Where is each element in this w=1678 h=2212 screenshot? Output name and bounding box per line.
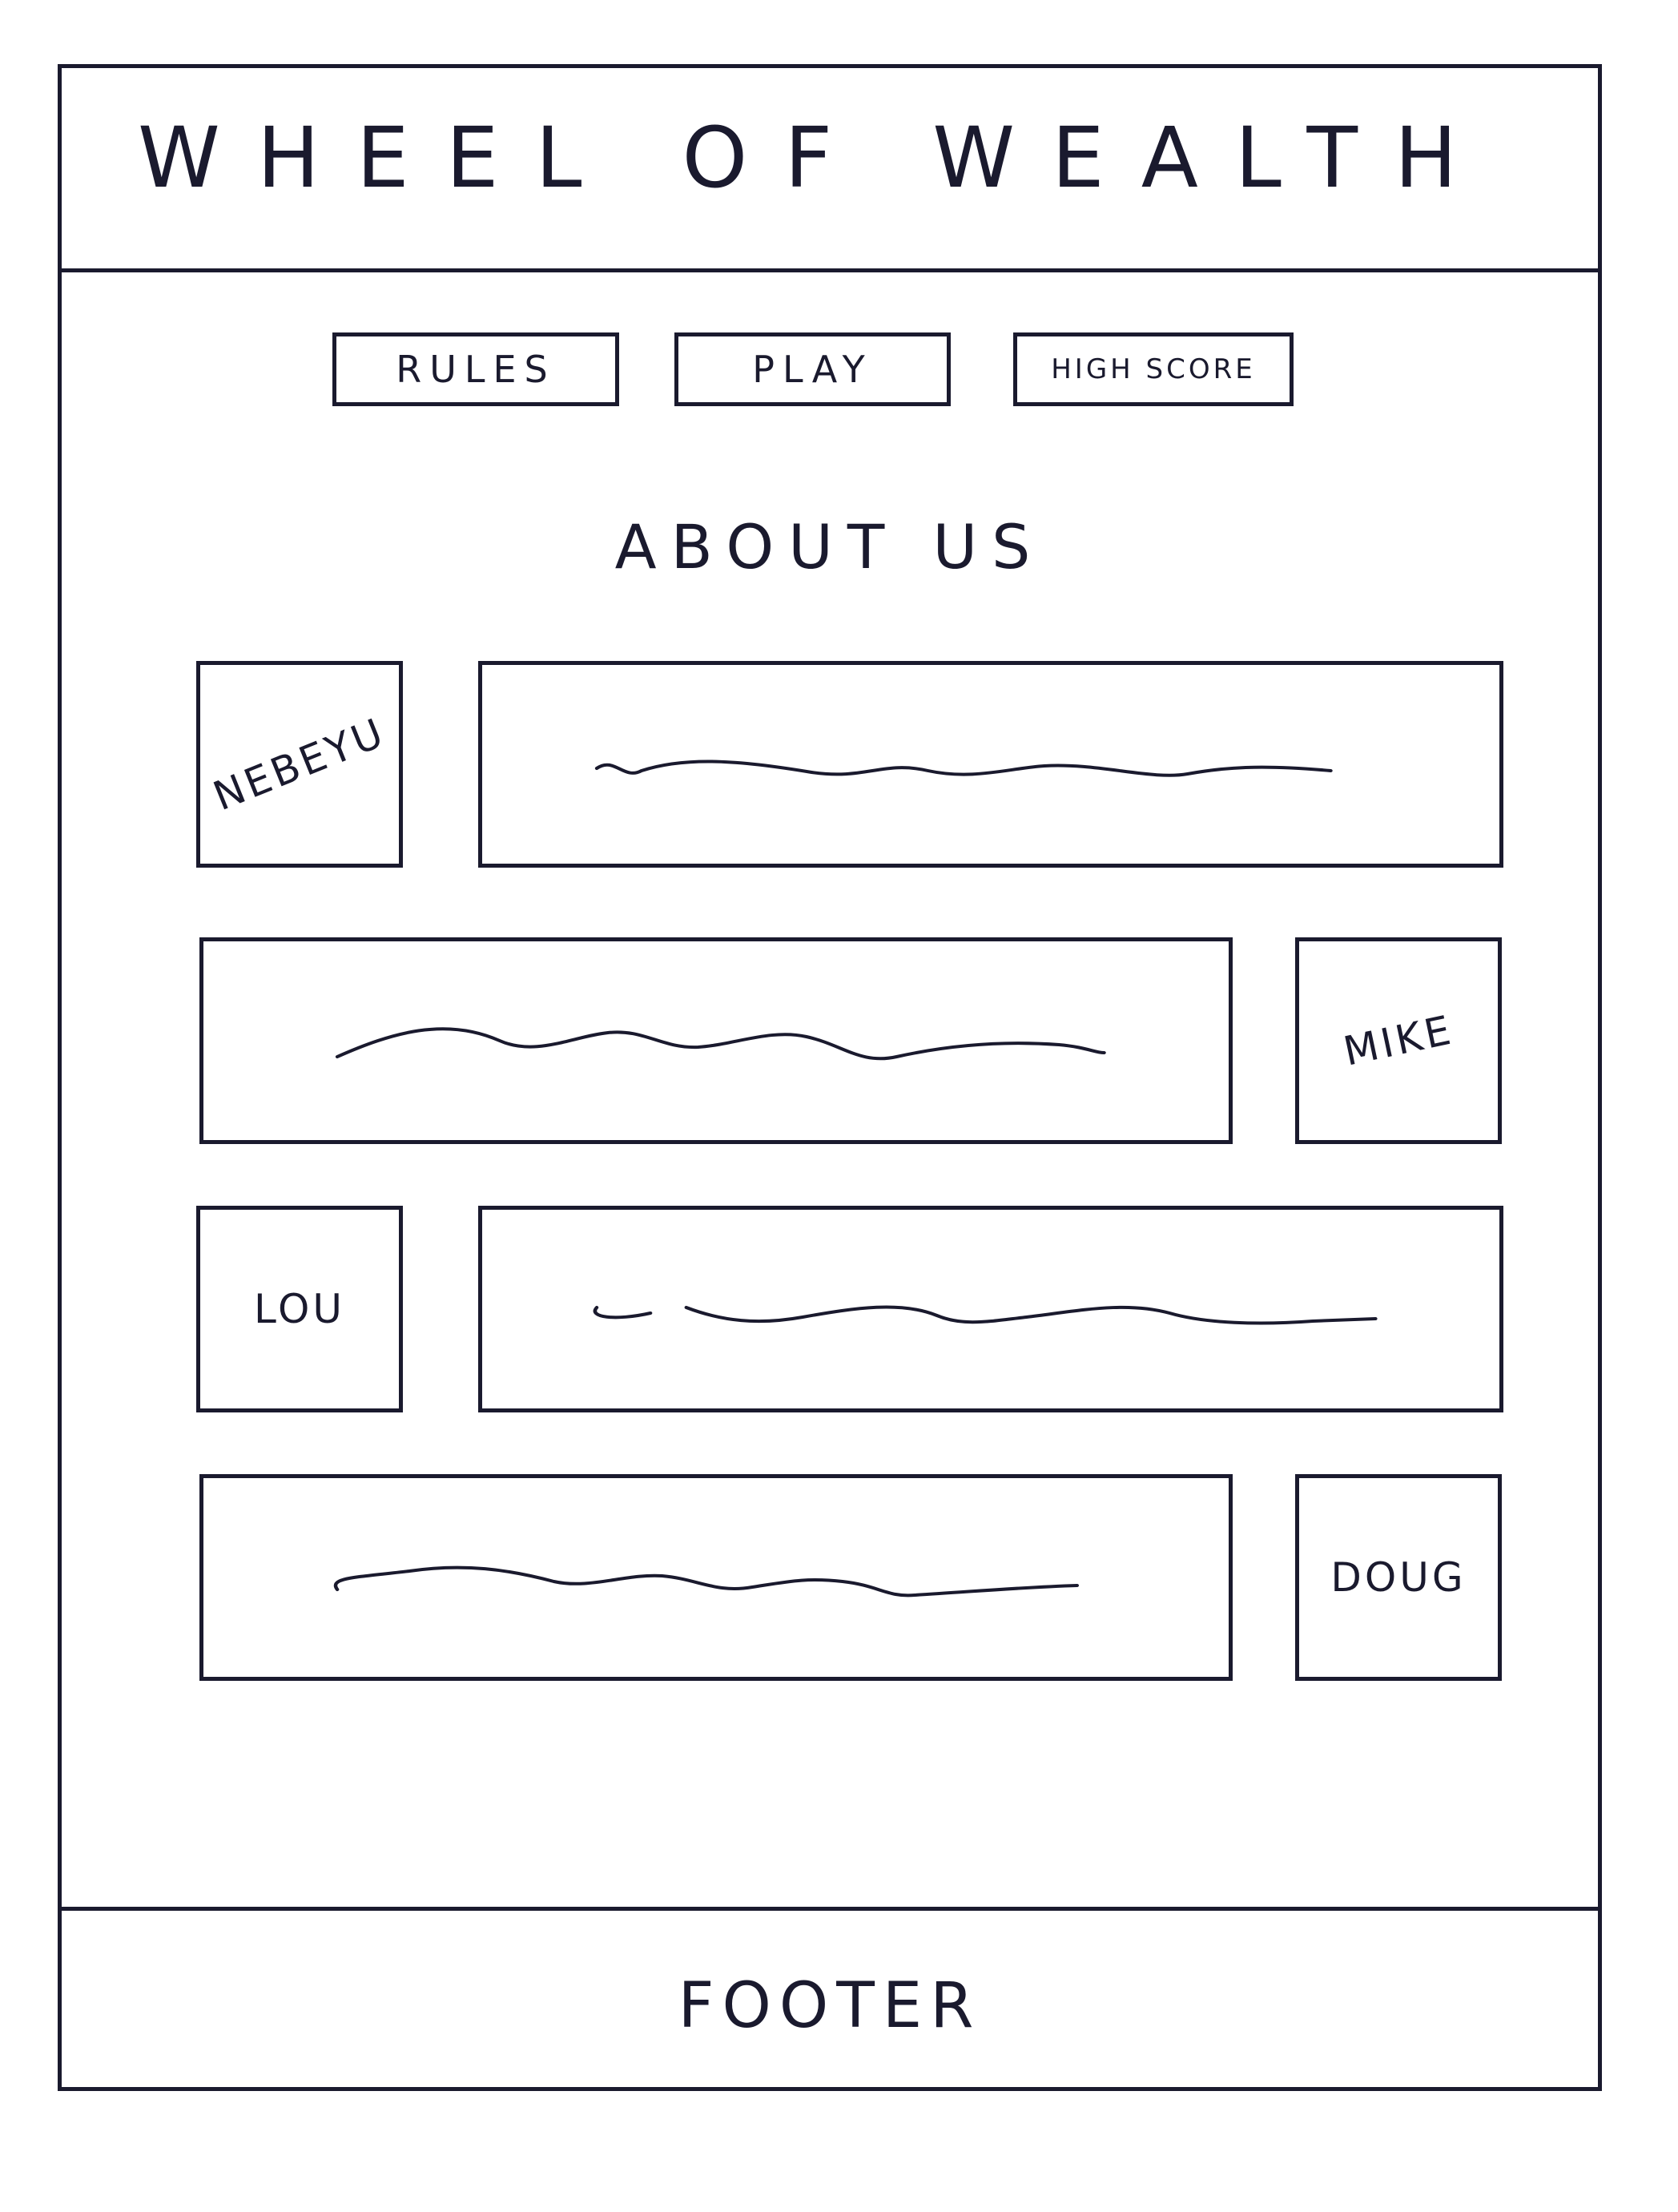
member-bio-placeholder — [478, 661, 1503, 868]
member-bio-placeholder — [199, 937, 1233, 1144]
member-name: LOU — [253, 1286, 346, 1332]
footer-label: FOOTER — [678, 1970, 982, 2042]
wireframe-page: WHEEL OF WEALTH RULES PLAY HIGH SCORE AB… — [58, 64, 1602, 2091]
app-title: WHEEL OF WEALTH — [138, 109, 1495, 207]
member-row: MIKE — [62, 937, 1598, 1146]
placeholder-text-squiggle — [335, 1027, 1106, 1061]
play-button[interactable]: PLAY — [674, 332, 951, 406]
member-row: LOU — [62, 1206, 1598, 1414]
main-nav: RULES PLAY HIGH SCORE — [62, 332, 1598, 413]
member-photo-placeholder: LOU — [196, 1206, 403, 1412]
header: WHEEL OF WEALTH — [62, 68, 1598, 272]
member-row: NEBEYU — [62, 661, 1598, 869]
member-name: DOUG — [1330, 1554, 1467, 1601]
member-bio-placeholder — [478, 1206, 1503, 1412]
member-photo-placeholder: MIKE — [1295, 937, 1502, 1144]
rules-button[interactable]: RULES — [332, 332, 619, 406]
placeholder-text-squiggle — [333, 1565, 1079, 1598]
placeholder-text-squiggle — [595, 759, 1333, 777]
about-us-heading: ABOUT US — [614, 511, 1045, 582]
high-score-button[interactable]: HIGH SCORE — [1013, 332, 1294, 406]
member-name: NEBEYU — [207, 708, 392, 820]
member-photo-placeholder: DOUG — [1295, 1474, 1502, 1681]
member-bio-placeholder — [199, 1474, 1233, 1681]
member-photo-placeholder: NEBEYU — [196, 661, 403, 868]
member-name: MIKE — [1339, 1006, 1458, 1075]
footer: FOOTER — [62, 1907, 1598, 2087]
placeholder-text-squiggle — [593, 1305, 1378, 1325]
member-row: DOUG — [62, 1474, 1598, 1682]
